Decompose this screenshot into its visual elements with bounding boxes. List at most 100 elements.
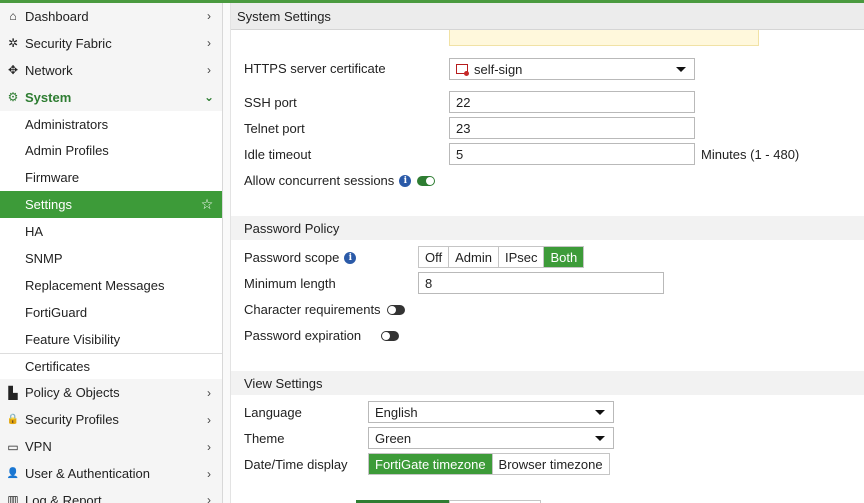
chevron-right-icon: › <box>207 412 211 427</box>
sidebar-item-label: Log & Report <box>25 492 102 503</box>
sidebar-item-snmp[interactable]: SNMP <box>0 245 222 272</box>
sidebar-item-certificates[interactable]: Certificates <box>0 352 222 380</box>
chevron-right-icon: › <box>207 36 211 51</box>
sidebar-item-user-authentication[interactable]: 👤 User & Authentication › <box>0 460 222 487</box>
password-scope-segmented: Off Admin IPsec Both <box>418 246 585 268</box>
sidebar-item-system[interactable]: ⚙ System ⌄ <box>0 84 222 111</box>
sidebar-item-replacement-messages[interactable]: Replacement Messages <box>0 271 222 299</box>
sidebar-item-policy-objects[interactable]: ▙ Policy & Objects › <box>0 379 222 406</box>
password-expiration-label: Password expiration <box>244 328 362 343</box>
chevron-down-icon <box>595 410 605 415</box>
sidebar-item-label: Dashboard <box>25 8 89 24</box>
view-settings-title: View Settings <box>231 371 864 395</box>
sidebar-item-label: Network <box>25 62 73 78</box>
datetime-option-fortigate[interactable]: FortiGate timezone <box>369 454 493 474</box>
scope-option-off[interactable]: Off <box>419 247 450 267</box>
sidebar-item-label: Policy & Objects <box>25 385 120 401</box>
sidebar-item-label: Feature Visibility <box>25 331 121 347</box>
chevron-right-icon: › <box>207 466 211 481</box>
theme-label: Theme <box>244 431 285 446</box>
sidebar-item-label: SNMP <box>25 250 63 266</box>
scope-option-admin[interactable]: Admin <box>449 247 499 267</box>
ssh-port-input[interactable]: 22 <box>449 91 695 113</box>
page-title: System Settings <box>231 3 864 30</box>
scope-option-ipsec[interactable]: IPsec <box>498 247 545 267</box>
sidebar-item-feature-visibility[interactable]: Feature Visibility <box>0 325 222 353</box>
sidebar-item-label: Security Profiles <box>25 412 119 428</box>
password-expiration-toggle[interactable] <box>381 330 400 341</box>
char-requirements-toggle[interactable] <box>386 304 405 315</box>
chevron-down-icon: ⌄ <box>204 90 215 105</box>
chevron-right-icon: › <box>207 63 211 78</box>
info-icon[interactable]: i <box>399 174 412 187</box>
chevron-right-icon: › <box>207 385 211 400</box>
chevron-down-icon <box>595 436 605 441</box>
password-expiration-row: Password expiration <box>244 328 400 343</box>
language-select[interactable]: English <box>368 401 614 423</box>
sidebar-item-ha[interactable]: HA <box>0 218 222 246</box>
datetime-segmented: FortiGate timezone Browser timezone <box>368 453 610 475</box>
theme-value: Green <box>375 430 412 446</box>
policy-icon: ▙ <box>8 385 18 400</box>
certificate-icon <box>456 64 469 76</box>
sidebar: ⌂ Dashboard › ✲ Security Fabric › ✥ Netw… <box>0 3 223 503</box>
sidebar-item-log-report[interactable]: ▥ Log & Report › <box>0 487 222 503</box>
sidebar-item-fortiguard[interactable]: FortiGuard <box>0 298 222 326</box>
concurrent-sessions-toggle[interactable] <box>417 175 436 186</box>
laptop-icon: ▭ <box>7 439 19 454</box>
sidebar-item-admin-profiles[interactable]: Admin Profiles <box>0 137 222 165</box>
chevron-right-icon: › <box>207 439 211 454</box>
security-fabric-icon: ✲ <box>7 36 19 51</box>
lock-icon: 🔒 <box>6 414 20 426</box>
idle-timeout-input[interactable]: 5 <box>449 143 695 165</box>
network-icon: ✥ <box>7 63 19 78</box>
user-icon: 👤 <box>6 468 20 480</box>
language-value: English <box>375 404 418 420</box>
datetime-label: Date/Time display <box>244 457 348 472</box>
concurrent-sessions-row: Allow concurrent sessions i <box>244 173 436 188</box>
sidebar-gutter <box>223 3 231 503</box>
sidebar-item-label: FortiGuard <box>25 304 88 320</box>
sidebar-item-label: System <box>25 89 72 105</box>
sidebar-item-label: Administrators <box>25 116 109 132</box>
https-cert-value: self-sign <box>474 61 523 77</box>
sidebar-item-administrators[interactable]: Administrators <box>0 110 222 138</box>
concurrent-sessions-label: Allow concurrent sessions <box>244 173 395 188</box>
sidebar-item-security-profiles[interactable]: 🔒 Security Profiles › <box>0 406 222 433</box>
star-icon[interactable]: ☆ <box>200 196 214 213</box>
sidebar-item-firmware[interactable]: Firmware <box>0 164 222 192</box>
min-length-label: Minimum length <box>244 276 336 291</box>
datetime-option-browser[interactable]: Browser timezone <box>492 454 609 474</box>
idle-timeout-label: Idle timeout <box>244 147 312 162</box>
sidebar-item-label: Admin Profiles <box>25 143 109 159</box>
chevron-right-icon: › <box>207 9 211 24</box>
sidebar-item-settings[interactable]: Settings ☆ <box>0 191 222 219</box>
sidebar-item-security-fabric[interactable]: ✲ Security Fabric › <box>0 30 222 57</box>
language-label: Language <box>244 405 302 420</box>
info-icon[interactable]: i <box>344 251 357 264</box>
char-requirements-label: Character requirements <box>244 302 381 317</box>
log-icon: ▥ <box>7 493 19 503</box>
chevron-right-icon: › <box>207 493 211 503</box>
sidebar-item-label: Settings <box>25 197 72 213</box>
sidebar-item-label: VPN <box>25 439 52 455</box>
char-requirements-row: Character requirements <box>244 302 405 317</box>
sidebar-item-dashboard[interactable]: ⌂ Dashboard › <box>0 3 222 30</box>
min-length-input[interactable]: 8 <box>418 272 664 294</box>
sidebar-item-label: Certificates <box>25 359 91 375</box>
password-scope-label: Password scope <box>244 250 340 265</box>
theme-select[interactable]: Green <box>368 427 614 449</box>
https-cert-label: HTTPS server certificate <box>244 61 386 76</box>
password-policy-title: Password Policy <box>231 216 864 240</box>
telnet-port-input[interactable]: 23 <box>449 117 695 139</box>
sidebar-item-label: HA <box>25 224 44 240</box>
sidebar-item-network[interactable]: ✥ Network › <box>0 57 222 84</box>
sidebar-item-label: Security Fabric <box>25 35 112 51</box>
scope-option-both[interactable]: Both <box>544 247 584 267</box>
idle-timeout-unit: Minutes (1 - 480) <box>701 147 800 162</box>
https-cert-select[interactable]: self-sign <box>449 58 695 80</box>
telnet-port-label: Telnet port <box>244 121 305 136</box>
sidebar-item-label: Firmware <box>25 170 80 186</box>
sidebar-item-vpn[interactable]: ▭ VPN › <box>0 433 222 460</box>
chevron-down-icon <box>676 67 686 72</box>
